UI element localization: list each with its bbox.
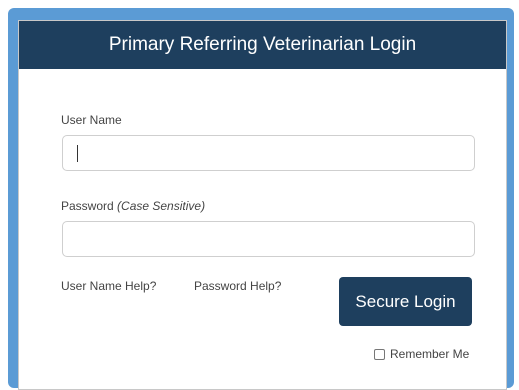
password-hint: (Case Sensitive) (117, 199, 206, 213)
remember-me-option[interactable]: Remember Me (374, 347, 469, 361)
login-title: Primary Referring Veterinarian Login (108, 34, 417, 55)
text-cursor (77, 145, 78, 162)
password-label: Password (61, 199, 114, 213)
login-panel: Primary Referring Veterinarian Login Use… (18, 20, 507, 390)
secure-login-button[interactable]: Secure Login (339, 277, 472, 326)
secure-login-label: Secure Login (355, 291, 456, 311)
remember-me-label: Remember Me (390, 347, 470, 361)
password-input[interactable] (62, 221, 475, 257)
username-label: User Name (61, 113, 122, 127)
username-input[interactable] (62, 135, 475, 171)
password-help-link[interactable]: Password Help? (194, 279, 281, 293)
remember-me-checkbox[interactable] (374, 348, 385, 360)
username-help-link[interactable]: User Name Help? (61, 279, 156, 293)
password-label-row: Password (Case Sensitive) (61, 199, 205, 213)
login-header: Primary Referring Veterinarian Login (19, 21, 506, 69)
